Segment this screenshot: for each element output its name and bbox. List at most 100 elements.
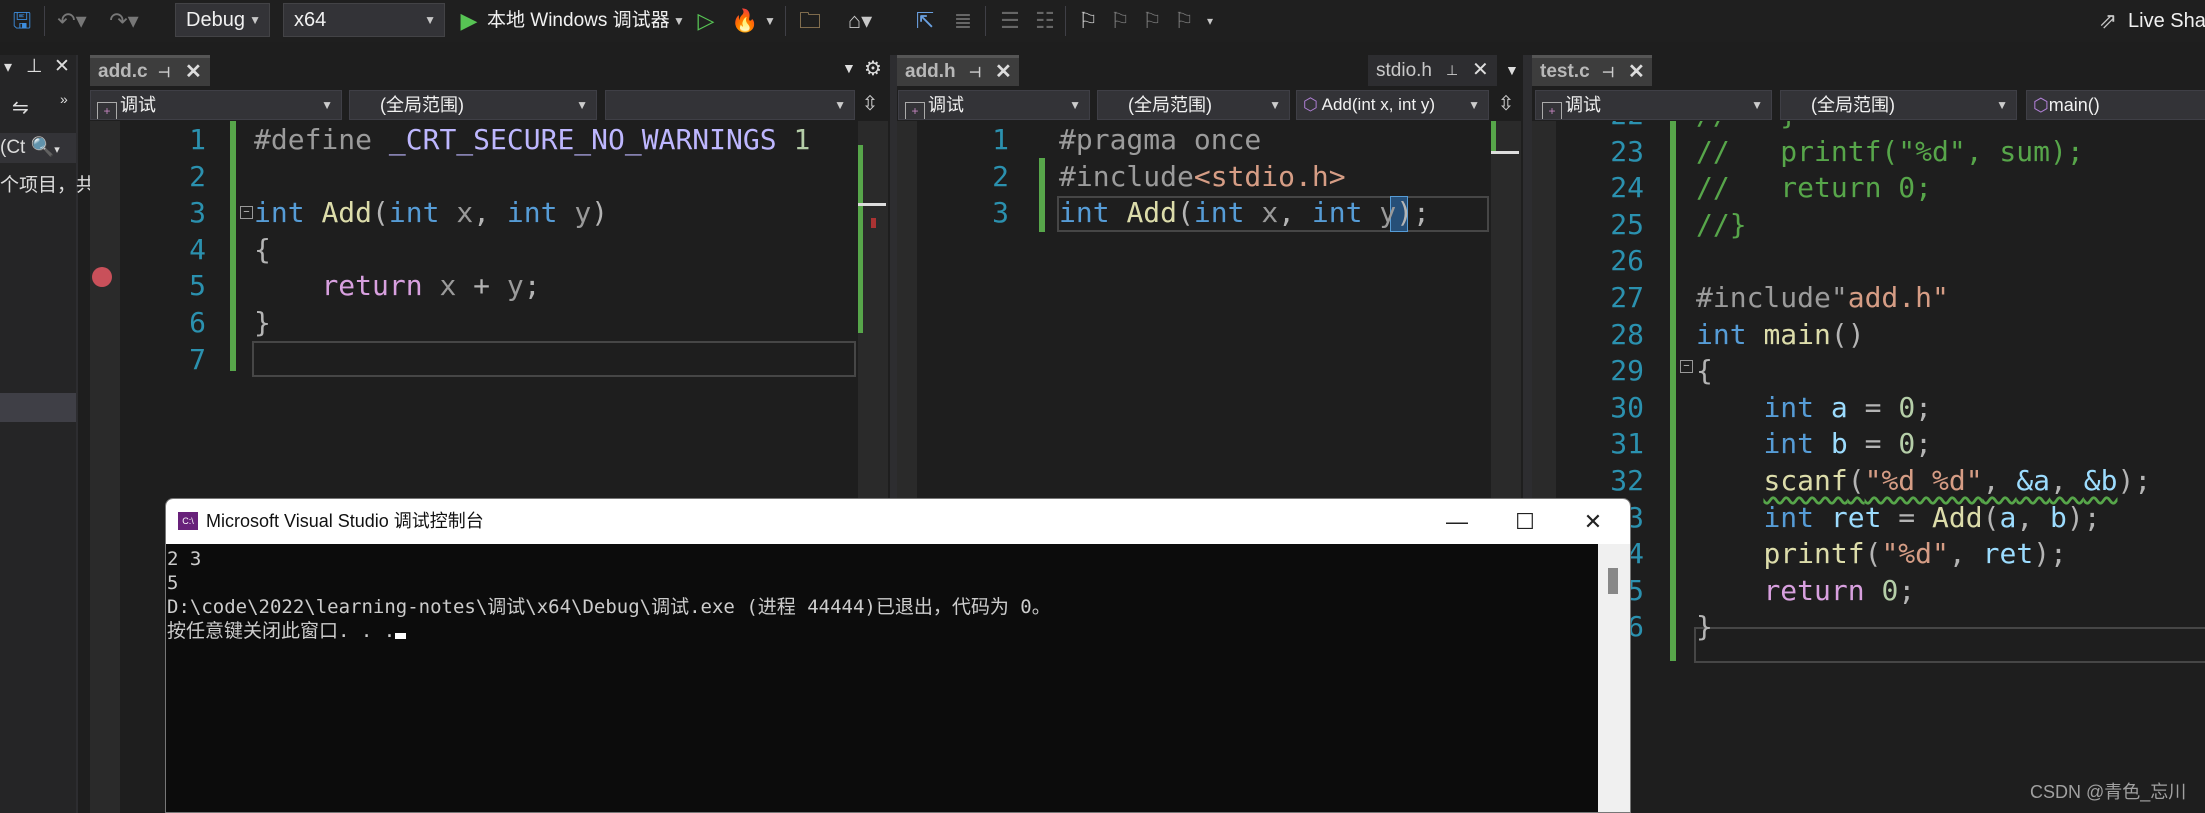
start-without-debug-icon[interactable]: ▷ [694, 6, 718, 36]
minimize-button[interactable]: — [1423, 499, 1491, 544]
live-share-icon[interactable]: ⇗ [2095, 6, 2121, 36]
code-line[interactable]: 3 int Add(int x, int y) [90, 194, 890, 231]
code-line[interactable]: 35 return 0; [1532, 572, 2205, 609]
pin-icon[interactable]: ⊣ [1602, 58, 1614, 86]
tab-add-h[interactable]: add.h ⊣ ✕ [897, 55, 1019, 86]
code-line[interactable]: 6} [90, 304, 890, 341]
project-dropdown[interactable]: + 调试 ▼ [1535, 90, 1772, 120]
code-line[interactable]: 36} [1532, 608, 2205, 645]
split-window-icon[interactable]: ⇳ [1494, 90, 1518, 120]
clear-bookmark-icon[interactable]: ⚐ [1170, 6, 1198, 36]
gear-icon[interactable]: ⚙ [864, 56, 882, 81]
live-share-button[interactable]: Live Share [2128, 6, 2205, 36]
console-title-bar[interactable]: C:\ Microsoft Visual Studio 调试控制台 — ☐ ✕ [166, 499, 1630, 544]
start-debug-icon[interactable]: ▶ [458, 6, 480, 36]
chevron-down-icon[interactable]: ▼ [762, 6, 778, 36]
tab-add-c[interactable]: add.c ⊣ ✕ [90, 55, 210, 86]
code-line[interactable]: 29 { [1532, 352, 2205, 389]
tab-test-c[interactable]: test.c ⊣ ✕ [1532, 55, 1652, 86]
code-line[interactable]: 27 #include"add.h" [1532, 279, 2205, 316]
member-dropdown[interactable]: ▼ [605, 90, 855, 120]
code-line[interactable]: 1 #pragma once [897, 121, 1523, 158]
keep-open-icon[interactable]: ⊥ [1446, 55, 1458, 86]
code-line[interactable]: 7 [90, 341, 890, 378]
sync-icon[interactable]: ⇋ [12, 95, 29, 120]
code-line[interactable]: 31 int b = 0; [1532, 425, 2205, 462]
code-token: y [506, 269, 524, 303]
scroll-caret-marker [1491, 151, 1519, 154]
maximize-button[interactable]: ☐ [1491, 499, 1559, 544]
search-input[interactable]: (Ct 🔍▾ [0, 133, 76, 163]
code-token: , [473, 196, 507, 230]
scope-dropdown[interactable]: (全局范围) ▼ [1780, 90, 2017, 120]
code-line[interactable]: 5 return x + y; [90, 267, 890, 304]
code-line[interactable]: 2 [90, 158, 890, 195]
close-button[interactable]: ✕ [1559, 499, 1627, 544]
prev-bookmark-icon[interactable]: ⚐ [1106, 6, 1134, 36]
console-scrollbar[interactable] [1598, 544, 1630, 812]
pin-icon[interactable]: ⊥ [26, 55, 43, 78]
chevron-down-icon[interactable]: ▼ [670, 6, 688, 36]
tab-stdio-h-preview[interactable]: stdio.h ⊥ ✕ [1368, 55, 1497, 86]
project-dropdown[interactable]: + 调试 ▼ [898, 90, 1090, 120]
close-icon[interactable]: ✕ [995, 58, 1012, 86]
window-layout-icon[interactable]: ⌂▾ [840, 6, 880, 36]
solution-config-select[interactable]: Debug ▼ [175, 3, 270, 37]
close-icon[interactable]: ✕ [185, 58, 202, 86]
overflow-icon[interactable]: » [60, 91, 68, 107]
code-line[interactable]: 28 int main() [1532, 316, 2205, 353]
redo-icon[interactable]: ↷▾ [104, 6, 144, 36]
code-line[interactable]: 24 // return 0; [1532, 169, 2205, 206]
code-line[interactable]: 22 // } [1532, 121, 2205, 133]
format-icon[interactable]: ≣ [948, 6, 978, 36]
next-bookmark-icon[interactable]: ⚐ [1138, 6, 1166, 36]
pin-icon[interactable]: ⊣ [158, 58, 170, 86]
open-folder-icon[interactable]: 🗀 [795, 6, 825, 36]
code-token: ( [372, 196, 389, 230]
selected-tree-item[interactable] [0, 393, 76, 422]
close-icon[interactable]: ✕ [1628, 58, 1645, 86]
code-token: Add [1932, 500, 1983, 534]
scroll-thumb[interactable] [1608, 568, 1618, 594]
hot-reload-icon[interactable]: 🔥 [730, 6, 760, 36]
code-line[interactable]: 2 #include<stdio.h> [897, 158, 1523, 195]
step-cursor-icon[interactable]: ⇱ [910, 6, 940, 36]
undo-icon[interactable]: ↶▾ [52, 6, 92, 36]
tab-list-chevron-icon[interactable]: ▼ [842, 60, 856, 76]
code-token: _CRT_SECURE_NO_WARNINGS [388, 123, 777, 156]
member-dropdown[interactable]: ⬡ Add(int x, int y) ▼ [1296, 90, 1489, 120]
start-debugging-button[interactable]: 本地 Windows 调试器 [487, 6, 670, 36]
close-icon[interactable]: ✕ [1472, 55, 1489, 86]
toolbar-overflow-icon[interactable]: ▾ [1200, 6, 1220, 36]
close-icon[interactable]: ✕ [54, 55, 70, 78]
bookmark-icon[interactable]: ⚐ [1074, 6, 1102, 36]
scope-dropdown[interactable]: (全局范围) ▼ [349, 90, 597, 120]
code-line[interactable]: 4{ [90, 231, 890, 268]
code-line[interactable]: 25 //} [1532, 206, 2205, 243]
split-window-icon[interactable]: ⇳ [858, 90, 882, 120]
tab-list-chevron-icon[interactable]: ▼ [1505, 62, 1519, 78]
code-line[interactable]: 34 printf("%d", ret); [1532, 535, 2205, 572]
code-line[interactable]: 33 int ret = Add(a, b); [1532, 499, 2205, 536]
save-all-icon[interactable]: 🖫 [8, 6, 36, 36]
debug-console-window[interactable]: C:\ Microsoft Visual Studio 调试控制台 — ☐ ✕ … [165, 498, 1631, 813]
project-dropdown[interactable]: + 调试 ▼ [90, 90, 342, 120]
code-line[interactable]: 23 // printf("%d", sum); [1532, 133, 2205, 170]
code-line[interactable]: 26 [1532, 242, 2205, 279]
panel-menu-icon[interactable]: ▾ [4, 57, 12, 77]
member-dropdown[interactable]: ⬡main() [2026, 90, 2205, 120]
code-line[interactable]: 3 int Add(int x, int y); [897, 194, 1523, 231]
code-line[interactable]: 1 #define _CRT_SECURE_NO_WARNINGS 1 [90, 121, 890, 158]
editor-test-c[interactable]: − 22// }23// printf("%d", sum);24// retu… [1532, 121, 2205, 813]
scope-dropdown[interactable]: (全局范围) ▼ [1097, 90, 1290, 120]
uncomment-icon[interactable]: ☷ [1030, 6, 1060, 36]
code-line[interactable]: 32 scanf("%d %d", &a, &b); [1532, 462, 2205, 499]
platform-select[interactable]: x64 ▼ [283, 3, 445, 37]
comment-icon[interactable]: ☰ [995, 6, 1025, 36]
code-line[interactable]: 30 int a = 0; [1532, 389, 2205, 426]
chevron-down-icon: ▼ [1269, 98, 1281, 112]
code-text: } [1696, 608, 1713, 645]
pin-icon[interactable]: ⊣ [969, 58, 981, 86]
